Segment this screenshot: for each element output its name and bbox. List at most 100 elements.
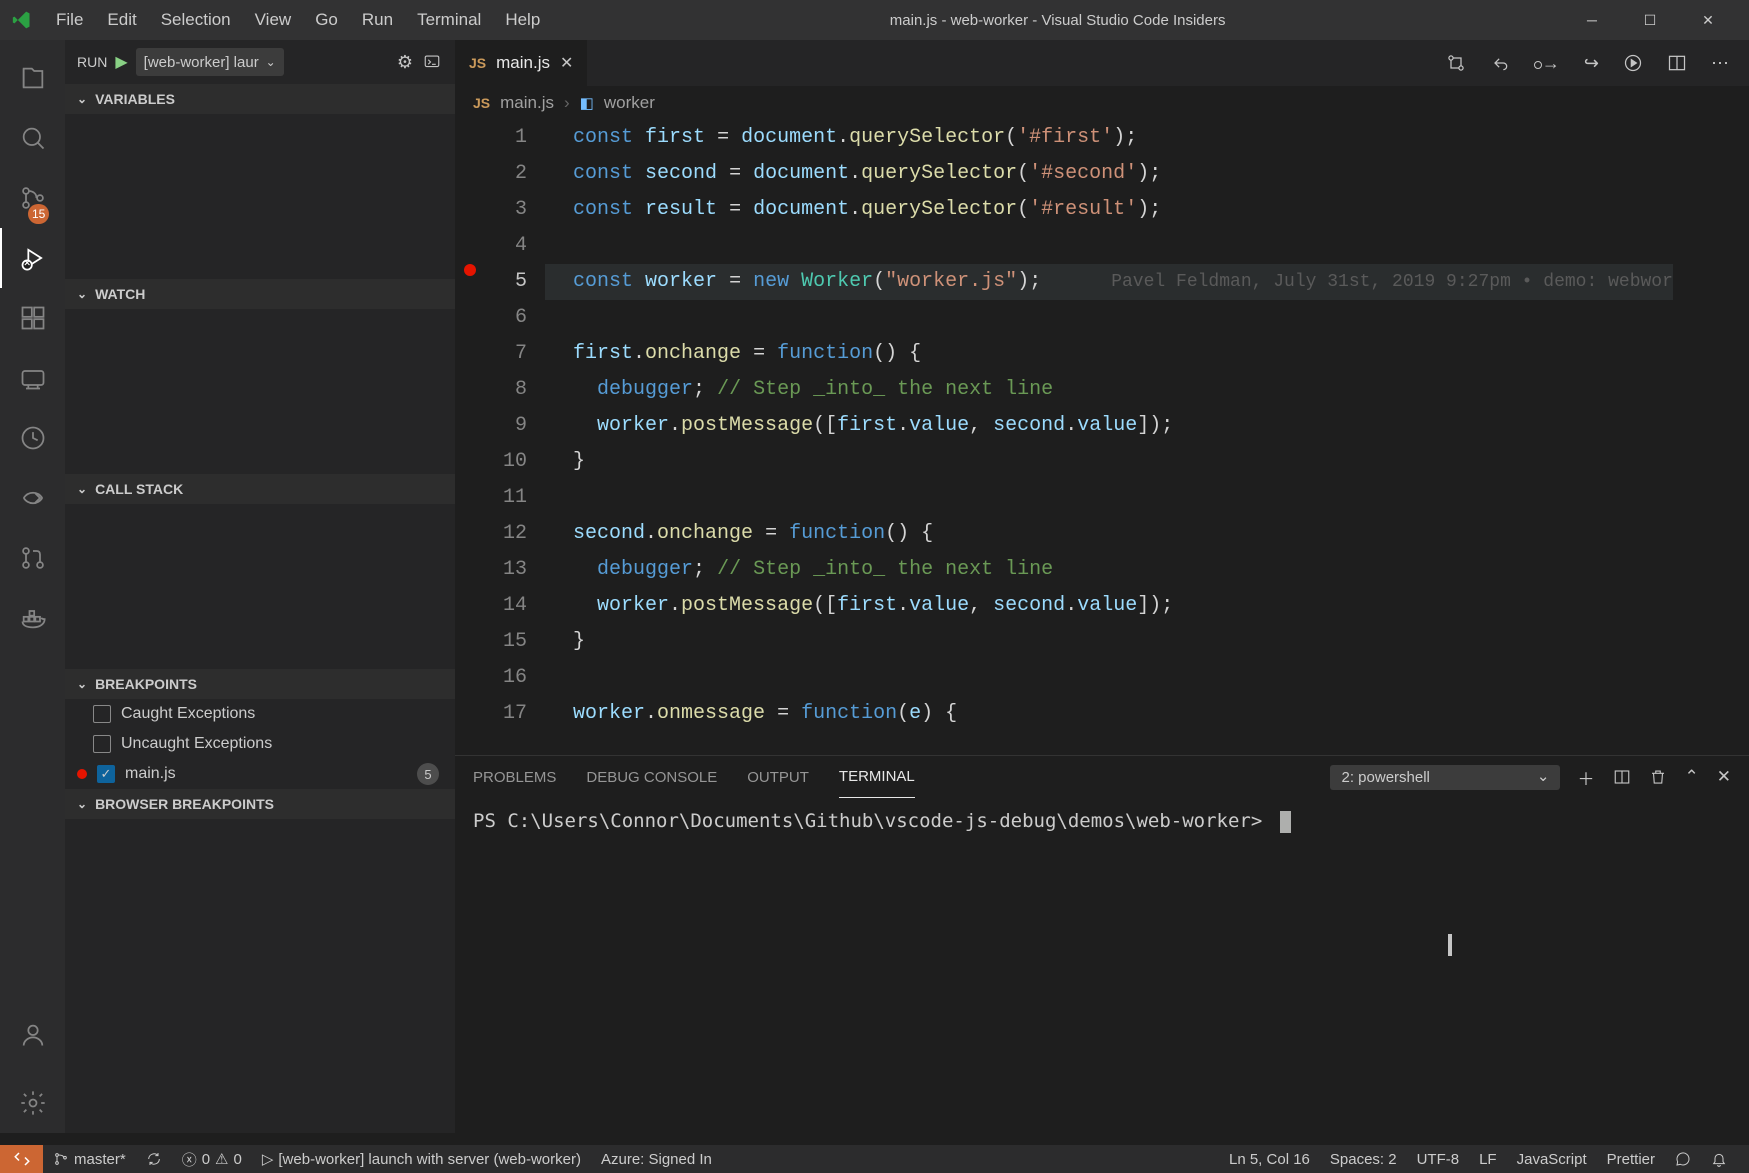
code-content[interactable]: const first = document.querySelector('#f…: [545, 120, 1137, 156]
step-back-icon[interactable]: [1490, 53, 1510, 73]
code-content[interactable]: worker.onmessage = function(e) {: [545, 696, 957, 732]
status-azure[interactable]: Azure: Signed In: [591, 1145, 722, 1173]
code-line[interactable]: 17worker.onmessage = function(e) {: [455, 696, 1749, 732]
checkbox-unchecked-icon[interactable]: [93, 735, 111, 753]
more-actions-icon[interactable]: ⋯: [1711, 53, 1729, 74]
code-line[interactable]: 3const result = document.querySelector('…: [455, 192, 1749, 228]
status-feedback-icon[interactable]: [1665, 1151, 1701, 1167]
debug-console-icon[interactable]: [423, 53, 443, 71]
status-eol[interactable]: LF: [1469, 1151, 1507, 1168]
terminal-body[interactable]: PS C:\Users\Connor\Documents\Github\vsco…: [455, 798, 1749, 1133]
code-content[interactable]: first.onchange = function() {: [545, 336, 921, 372]
split-editor-icon[interactable]: [1667, 53, 1687, 73]
code-content[interactable]: }: [545, 444, 585, 480]
bp-caught-exceptions[interactable]: Caught Exceptions: [65, 699, 455, 729]
maximize-panel-icon[interactable]: ⌃: [1685, 767, 1699, 787]
code-content[interactable]: [545, 660, 573, 696]
code-line[interactable]: 10}: [455, 444, 1749, 480]
activity-pull-requests[interactable]: [0, 528, 65, 588]
status-indentation[interactable]: Spaces: 2: [1320, 1151, 1407, 1168]
activity-extensions[interactable]: [0, 288, 65, 348]
activity-run-debug[interactable]: [0, 228, 65, 288]
code-content[interactable]: debugger; // Step _into_ the next line: [545, 552, 1053, 588]
code-line[interactable]: 2const second = document.querySelector('…: [455, 156, 1749, 192]
activity-docker[interactable]: [0, 588, 65, 648]
code-line[interactable]: 4: [455, 228, 1749, 264]
menu-edit[interactable]: Edit: [95, 0, 148, 40]
status-notifications-icon[interactable]: [1701, 1151, 1737, 1167]
code-line[interactable]: 6: [455, 300, 1749, 336]
close-tab-icon[interactable]: ✕: [560, 53, 573, 73]
debug-config-dropdown[interactable]: [web-worker] laur ⌄: [136, 48, 284, 76]
status-encoding[interactable]: UTF-8: [1407, 1151, 1470, 1168]
activity-timeline[interactable]: [0, 408, 65, 468]
kill-terminal-icon[interactable]: [1649, 768, 1667, 786]
code-line[interactable]: 1const first = document.querySelector('#…: [455, 120, 1749, 156]
code-line[interactable]: 5const worker = new Worker("worker.js");…: [455, 264, 1749, 300]
breadcrumbs[interactable]: JS main.js › ◧ worker: [455, 86, 1749, 120]
close-button[interactable]: ✕: [1679, 0, 1737, 40]
tab-mainjs[interactable]: JS main.js ✕: [455, 40, 587, 86]
menu-run[interactable]: Run: [350, 0, 405, 40]
terminal-select-dropdown[interactable]: 2: powershell: [1330, 765, 1560, 790]
section-callstack-header[interactable]: ⌄ CALL STACK: [65, 474, 455, 504]
maximize-button[interactable]: ☐: [1621, 0, 1679, 40]
status-prettier[interactable]: Prettier: [1597, 1151, 1665, 1168]
status-branch[interactable]: master*: [43, 1145, 136, 1173]
step-into-icon[interactable]: ↪: [1584, 53, 1599, 74]
close-panel-icon[interactable]: ✕: [1717, 767, 1731, 787]
code-content[interactable]: [545, 300, 573, 336]
code-line[interactable]: 7first.onchange = function() {: [455, 336, 1749, 372]
code-content[interactable]: const result = document.querySelector('#…: [545, 192, 1161, 228]
compare-changes-icon[interactable]: [1446, 53, 1466, 73]
panel-tab-problems[interactable]: PROBLEMS: [473, 757, 556, 798]
code-content[interactable]: [545, 480, 573, 516]
code-line[interactable]: 15}: [455, 624, 1749, 660]
code-line[interactable]: 16: [455, 660, 1749, 696]
status-debug-target[interactable]: ▷ [web-worker] launch with server (web-w…: [252, 1145, 591, 1173]
code-line[interactable]: 13 debugger; // Step _into_ the next lin…: [455, 552, 1749, 588]
activity-scm[interactable]: 15: [0, 168, 65, 228]
code-content[interactable]: worker.postMessage([first.value, second.…: [545, 408, 1173, 444]
code-line[interactable]: 12second.onchange = function() {: [455, 516, 1749, 552]
activity-explorer[interactable]: [0, 48, 65, 108]
code-content[interactable]: [545, 228, 573, 264]
status-cursor-position[interactable]: Ln 5, Col 16: [1219, 1151, 1320, 1168]
activity-settings[interactable]: [0, 1073, 65, 1133]
panel-tab-output[interactable]: OUTPUT: [747, 757, 809, 798]
code-line[interactable]: 14 worker.postMessage([first.value, seco…: [455, 588, 1749, 624]
menu-go[interactable]: Go: [303, 0, 350, 40]
code-editor[interactable]: 1const first = document.querySelector('#…: [455, 120, 1749, 755]
breakpoint-dot-icon[interactable]: [464, 264, 476, 276]
section-watch-header[interactable]: ⌄ WATCH: [65, 279, 455, 309]
menu-file[interactable]: File: [44, 0, 95, 40]
checkbox-unchecked-icon[interactable]: [93, 705, 111, 723]
status-errors-warnings[interactable]: ⓧ0 ⚠0: [172, 1145, 252, 1173]
start-debug-button[interactable]: ▶: [115, 52, 127, 72]
code-content[interactable]: const worker = new Worker("worker.js");P…: [545, 264, 1673, 300]
bp-file-mainjs[interactable]: ✓ main.js 5: [65, 759, 455, 789]
minimize-button[interactable]: ─: [1563, 0, 1621, 40]
status-sync[interactable]: [136, 1145, 172, 1173]
status-language[interactable]: JavaScript: [1507, 1151, 1597, 1168]
section-variables-header[interactable]: ⌄ VARIABLES: [65, 84, 455, 114]
remote-indicator[interactable]: [0, 1145, 43, 1173]
menu-view[interactable]: View: [243, 0, 304, 40]
code-content[interactable]: }: [545, 624, 585, 660]
checkbox-checked-icon[interactable]: ✓: [97, 765, 115, 783]
code-content[interactable]: second.onchange = function() {: [545, 516, 933, 552]
code-content[interactable]: const second = document.querySelector('#…: [545, 156, 1161, 192]
code-line[interactable]: 8 debugger; // Step _into_ the next line: [455, 372, 1749, 408]
code-content[interactable]: debugger; // Step _into_ the next line: [545, 372, 1053, 408]
section-browser-breakpoints-header[interactable]: ⌄ BROWSER BREAKPOINTS: [65, 789, 455, 819]
panel-tab-terminal[interactable]: TERMINAL: [839, 756, 915, 798]
menu-selection[interactable]: Selection: [149, 0, 243, 40]
menu-terminal[interactable]: Terminal: [405, 0, 493, 40]
code-line[interactable]: 9 worker.postMessage([first.value, secon…: [455, 408, 1749, 444]
bp-uncaught-exceptions[interactable]: Uncaught Exceptions: [65, 729, 455, 759]
split-terminal-icon[interactable]: [1613, 768, 1631, 786]
run-icon[interactable]: [1623, 53, 1643, 73]
section-breakpoints-header[interactable]: ⌄ BREAKPOINTS: [65, 669, 455, 699]
activity-accounts[interactable]: [0, 1005, 65, 1065]
step-over-icon[interactable]: →: [1534, 53, 1560, 74]
